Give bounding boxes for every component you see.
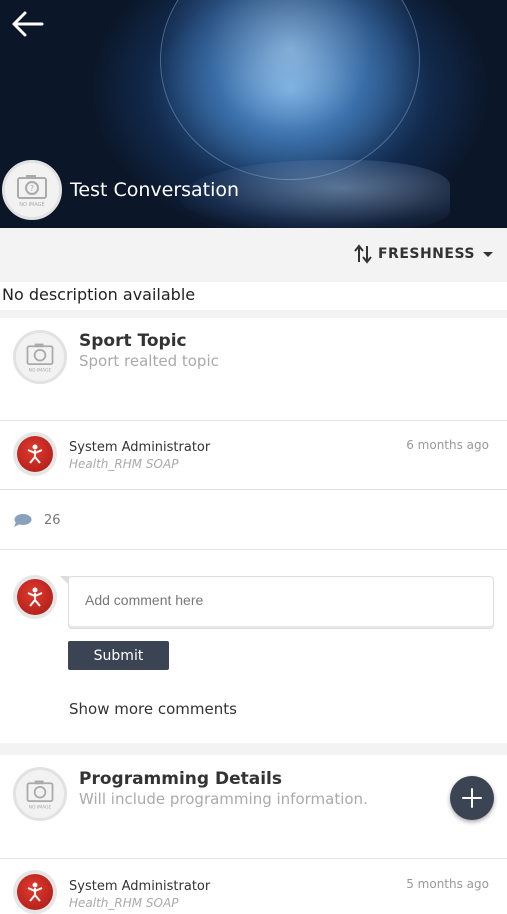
comment-bubble-icon bbox=[14, 514, 32, 527]
topic-title[interactable]: Programming Details bbox=[79, 769, 282, 789]
divider bbox=[0, 858, 507, 859]
author-name[interactable]: System Administrator bbox=[69, 440, 210, 455]
show-more-comments-link[interactable]: Show more comments bbox=[69, 700, 237, 718]
section-divider bbox=[0, 743, 507, 755]
topic-avatar: NO IMAGE bbox=[13, 767, 67, 821]
divider bbox=[0, 420, 507, 421]
topic-subtitle: Sport realted topic bbox=[79, 352, 219, 370]
topic-avatar: NO IMAGE bbox=[13, 330, 67, 384]
comment-input[interactable]: Add comment here bbox=[60, 576, 494, 629]
divider bbox=[0, 549, 507, 550]
svg-text:NO IMAGE: NO IMAGE bbox=[29, 367, 52, 373]
topic-card: NO IMAGE Programming Details Will includ… bbox=[0, 755, 507, 914]
svg-text:?: ? bbox=[30, 184, 34, 193]
no-image-camera-icon: NO IMAGE bbox=[26, 343, 54, 373]
post-timestamp: 6 months ago bbox=[406, 438, 489, 452]
svg-text:NO IMAGE: NO IMAGE bbox=[29, 804, 52, 810]
conversation-description: No description available bbox=[2, 285, 196, 304]
comment-count: 26 bbox=[44, 513, 61, 528]
comment-placeholder: Add comment here bbox=[85, 592, 204, 608]
special-olympics-logo-icon bbox=[27, 444, 43, 464]
special-olympics-logo-icon bbox=[27, 587, 43, 607]
author-avatar[interactable] bbox=[13, 432, 57, 476]
plus-icon bbox=[462, 788, 482, 808]
no-image-camera-icon: NO IMAGE bbox=[26, 780, 54, 810]
section-divider bbox=[0, 310, 507, 318]
author-group: Health_RHM SOAP bbox=[69, 457, 179, 471]
topic-title[interactable]: Sport Topic bbox=[79, 331, 187, 351]
commenter-avatar bbox=[13, 575, 57, 619]
sort-bar: FRESHNESS bbox=[0, 228, 507, 282]
svg-text:NO IMAGE: NO IMAGE bbox=[19, 202, 44, 208]
add-topic-button[interactable] bbox=[450, 776, 494, 820]
comment-count-button[interactable]: 26 bbox=[13, 513, 61, 528]
special-olympics-logo-icon bbox=[27, 882, 43, 902]
caret-down-icon bbox=[483, 252, 493, 257]
topic-card: NO IMAGE Sport Topic Sport realted topic… bbox=[0, 318, 507, 743]
sort-arrows-icon bbox=[354, 244, 372, 264]
sort-dropdown[interactable]: FRESHNESS bbox=[354, 244, 495, 264]
conversation-heading: ? NO IMAGE Test Conversation bbox=[2, 160, 239, 220]
topic-subtitle: Will include programming information. bbox=[79, 790, 368, 808]
post-timestamp: 5 months ago bbox=[406, 877, 489, 891]
conversation-avatar: ? NO IMAGE bbox=[2, 160, 62, 220]
submit-button[interactable]: Submit bbox=[68, 641, 169, 670]
back-button[interactable] bbox=[10, 8, 50, 44]
author-name[interactable]: System Administrator bbox=[69, 879, 210, 894]
sort-label: FRESHNESS bbox=[377, 246, 475, 262]
author-avatar[interactable] bbox=[13, 870, 57, 914]
arrow-left-icon bbox=[12, 11, 44, 37]
conversation-title: Test Conversation bbox=[70, 179, 240, 201]
header-banner: ? NO IMAGE Test Conversation bbox=[0, 0, 507, 228]
divider bbox=[0, 489, 507, 490]
globe-illustration bbox=[160, 0, 420, 180]
author-group: Health_RHM SOAP bbox=[69, 896, 179, 910]
no-image-camera-icon: ? NO IMAGE bbox=[17, 175, 47, 208]
